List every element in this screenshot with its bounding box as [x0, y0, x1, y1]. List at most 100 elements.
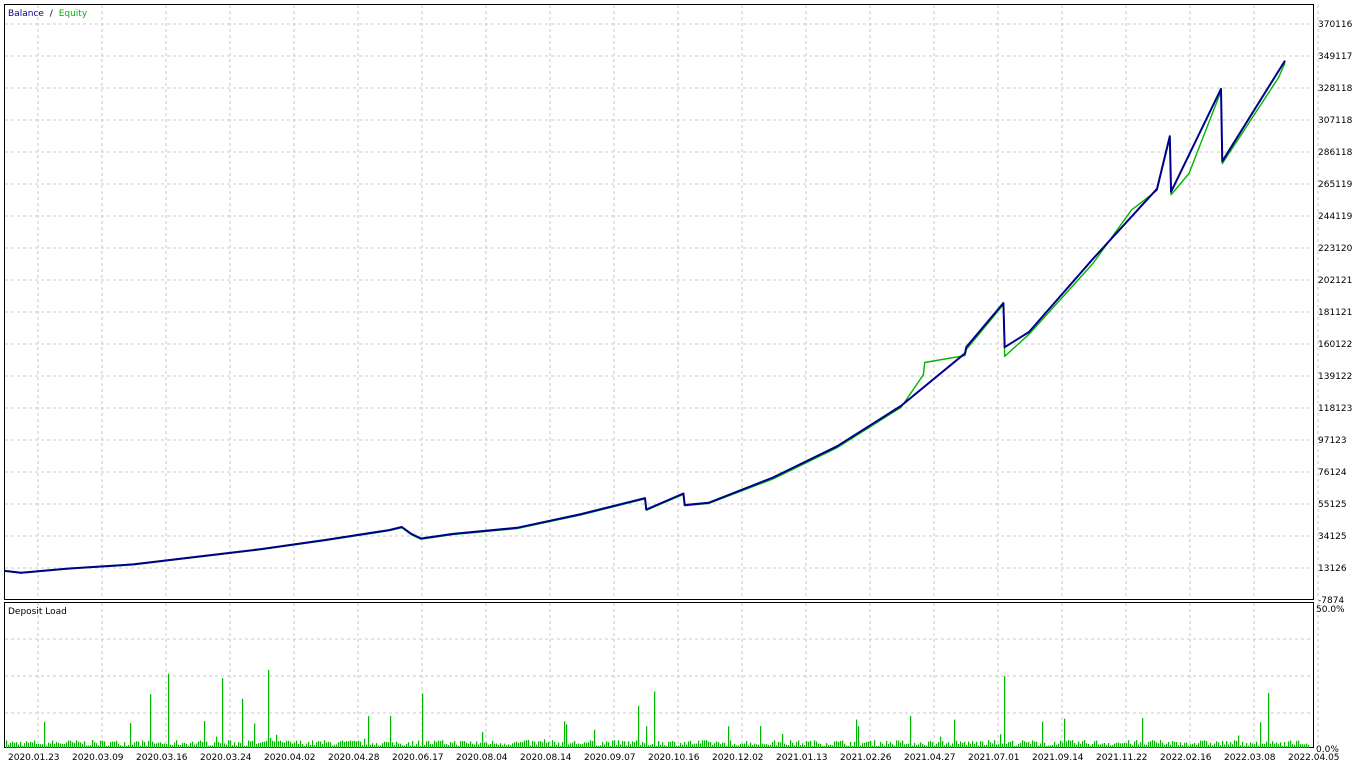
deposit-load-bar [350, 740, 352, 748]
deposit-load-bar [366, 744, 368, 748]
deposit-load-bar [170, 744, 172, 748]
deposit-load-bar [564, 721, 566, 748]
deposit-load-bar [276, 734, 278, 748]
deposit-load-bar [32, 742, 34, 748]
deposit-load-bar [194, 744, 196, 748]
deposit-load-bar [284, 742, 286, 748]
deposit-load-bar [182, 742, 184, 748]
deposit-load-bar [788, 745, 790, 748]
deposit-load-bar [1162, 742, 1164, 748]
y-tick-label: 202121 [1318, 276, 1352, 286]
series-balance-line [4, 60, 1286, 574]
deposit-load-bar [914, 742, 916, 748]
deposit-load-bar [1196, 744, 1198, 748]
deposit-load-bar [1120, 743, 1122, 748]
deposit-load-bar [834, 741, 836, 748]
deposit-load-bar [760, 726, 762, 748]
deposit-load-bar [640, 745, 642, 748]
deposit-load-bar [1076, 744, 1078, 748]
deposit-load-bar [580, 744, 582, 748]
deposit-load-bar [896, 740, 898, 748]
deposit-load-bar [904, 744, 906, 748]
deposit-load-bar [14, 742, 16, 748]
deposit-load-bar [322, 744, 324, 748]
deposit-load-bar [750, 742, 752, 748]
deposit-load-bar [128, 744, 130, 748]
deposit-load-bar [796, 741, 798, 748]
deposit-load-bar [282, 742, 284, 748]
deposit-load-bar [810, 740, 812, 748]
deposit-load-bar [876, 745, 878, 748]
deposit-load-bar [332, 745, 334, 748]
x-tick-label: 2021.02.26 [840, 753, 892, 763]
deposit-load-bar [240, 743, 242, 748]
deposit-load-bar [650, 744, 652, 748]
deposit-load-bar [602, 742, 604, 748]
deposit-load-bar [994, 740, 996, 748]
deposit-load-bar [180, 745, 182, 748]
deposit-load-bar [136, 741, 138, 748]
x-tick-label: 2020.06.17 [392, 753, 444, 763]
deposit-load-bar [1082, 741, 1084, 748]
deposit-load-bar [1288, 741, 1290, 748]
deposit-load-bar [376, 743, 378, 748]
deposit-load-bar [1052, 744, 1054, 748]
deposit-load-bar [1004, 676, 1006, 748]
deposit-load-bar [626, 745, 628, 748]
deposit-load-bar [1034, 741, 1036, 748]
deposit-load-bar [1212, 745, 1214, 748]
deposit-load-bar [1302, 744, 1304, 748]
deposit-load-bar [770, 744, 772, 748]
deposit-load-bar [822, 745, 824, 748]
deposit-load-bar [434, 740, 436, 748]
deposit-load-bar [6, 740, 8, 748]
deposit-load-bar [318, 741, 320, 748]
deposit-load-bar [1006, 743, 1008, 748]
deposit-load-bar [936, 743, 938, 748]
deposit-load-bar [10, 742, 12, 748]
deposit-load-bar [218, 741, 220, 748]
deposit-load-bar [1190, 744, 1192, 748]
deposit-load-bar [238, 742, 240, 748]
deposit-load-bar [108, 745, 110, 748]
x-tick-label: 2022.02.16 [1160, 753, 1212, 763]
deposit-load-bar [892, 744, 894, 748]
y-tick-label: 370116 [1318, 20, 1353, 30]
deposit-load-bar [1284, 742, 1286, 748]
deposit-load-title: Deposit Load [8, 607, 67, 617]
deposit-load-bar [1042, 721, 1044, 748]
deposit-load-bar [146, 745, 148, 748]
deposit-load-bar [362, 745, 364, 748]
deposit-load-bar [94, 742, 96, 748]
deposit-load-bar [1308, 744, 1310, 748]
deposit-load-bar [924, 744, 926, 748]
deposit-load-bar [922, 743, 924, 748]
deposit-load-bar [668, 741, 670, 748]
deposit-load-bar [46, 745, 48, 748]
deposit-load-bar [1090, 745, 1092, 748]
deposit-load-bar [704, 740, 706, 748]
deposit-load-bar [816, 741, 818, 748]
deposit-load-bar [986, 744, 988, 748]
deposit-load-bar [142, 740, 144, 748]
deposit-load-bar [1152, 740, 1154, 748]
deposit-load-bar [92, 740, 94, 748]
deposit-load-bar [82, 744, 84, 748]
deposit-load-bar [752, 745, 754, 748]
legend-balance: Balance [8, 9, 44, 19]
deposit-load-bar [612, 740, 614, 748]
deposit-load-bar [370, 744, 372, 748]
y-tick-label: 97123 [1318, 436, 1347, 446]
deposit-load-bar [120, 745, 122, 748]
deposit-load-bar [590, 740, 592, 748]
deposit-load-bar [660, 744, 662, 748]
deposit-load-bar [62, 743, 64, 748]
deposit-load-bar [800, 745, 802, 748]
deposit-load-bar [648, 745, 650, 748]
deposit-load-bar [966, 744, 968, 748]
deposit-load-bar [514, 742, 516, 748]
strategy-tester-chart: 370116 349117 328118 307118 286118 265119 2441… [0, 0, 1357, 766]
deposit-load-bar [758, 744, 760, 748]
deposit-load-bar [268, 669, 270, 748]
deposit-load-bar [878, 745, 880, 748]
